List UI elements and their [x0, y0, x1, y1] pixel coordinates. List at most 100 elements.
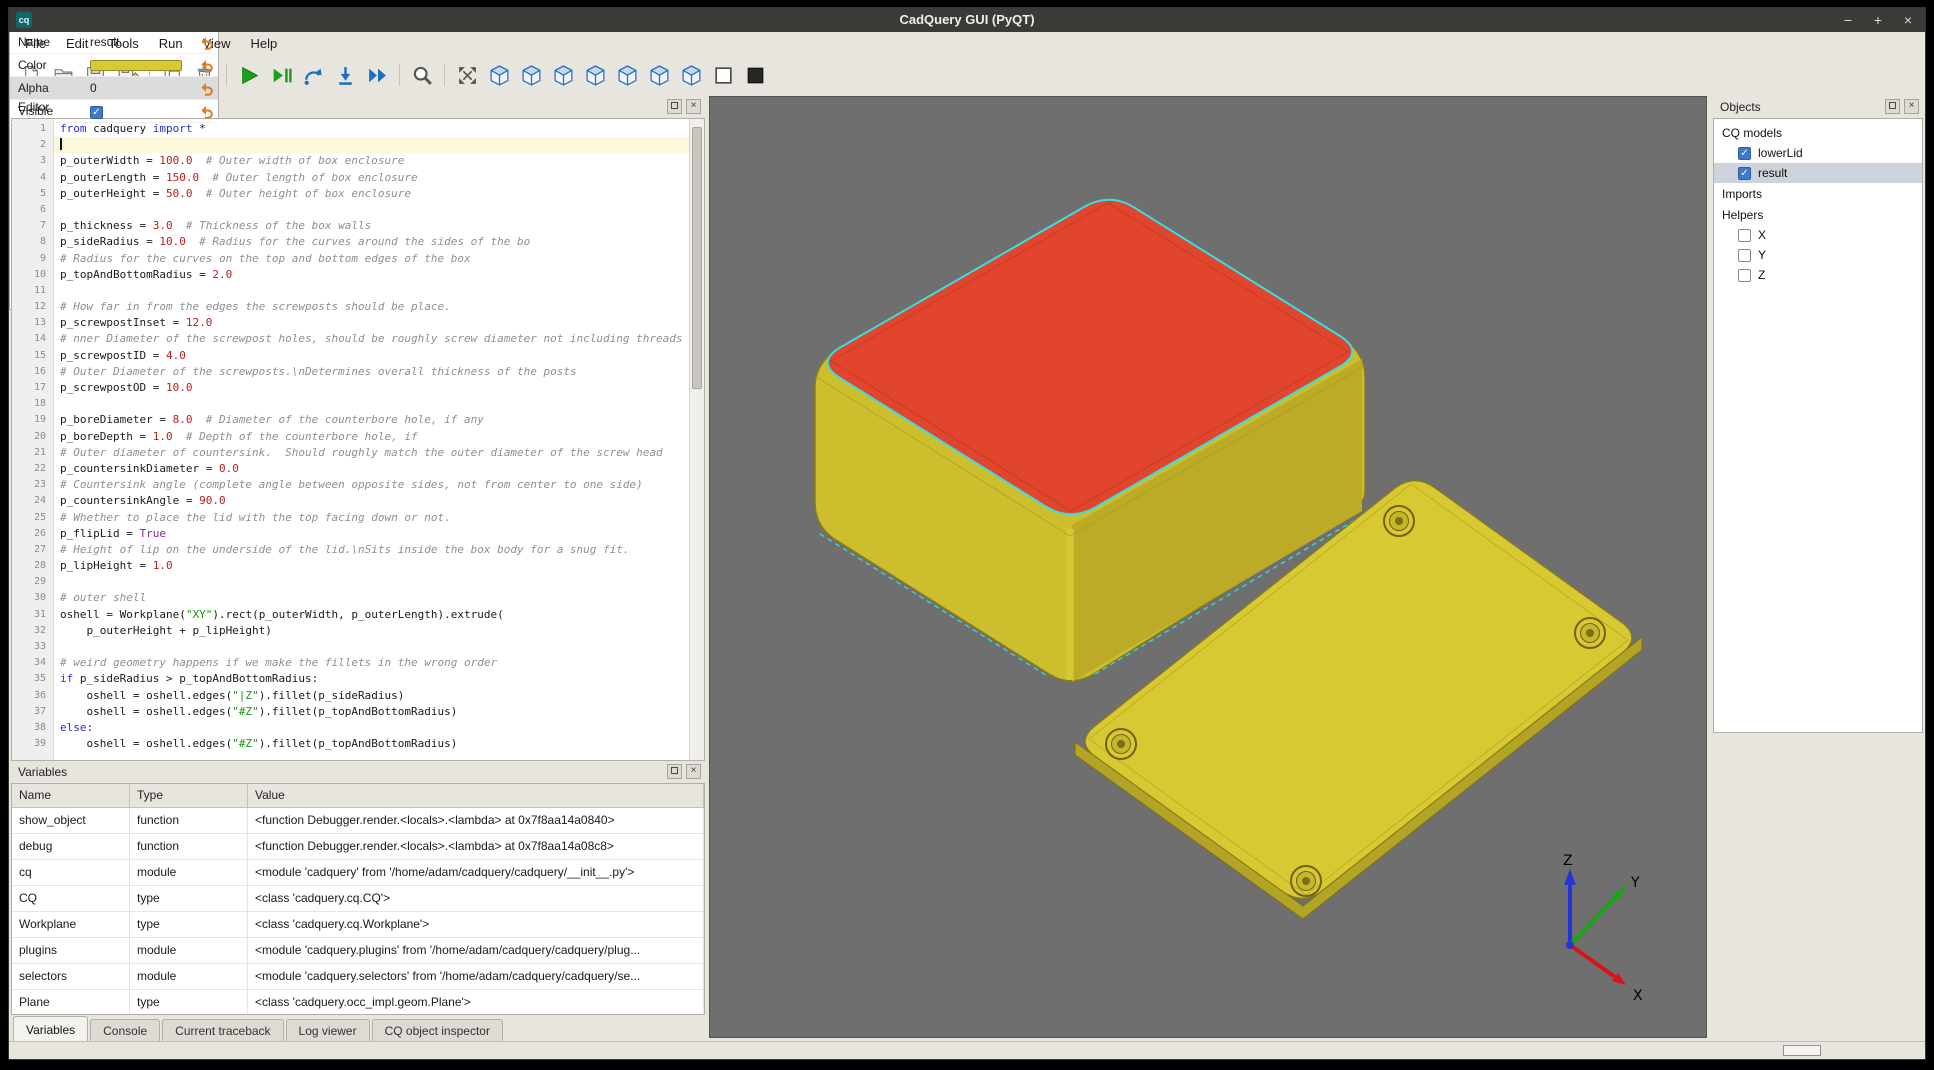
variables-float-button[interactable]: [667, 764, 682, 779]
variable-name: plugins: [12, 938, 130, 963]
line-number: 34: [12, 655, 46, 671]
tree-group-helpers[interactable]: Helpers: [1714, 204, 1922, 225]
step-into-button[interactable]: [331, 61, 360, 90]
tree-item-label: X: [1758, 228, 1766, 242]
menu-help[interactable]: Help: [241, 33, 288, 54]
tree-item-x[interactable]: X: [1714, 225, 1922, 245]
variable-row-plane[interactable]: Planetype<class 'cadquery.occ_impl.geom.…: [12, 990, 704, 1015]
vars-col-value[interactable]: Value: [248, 784, 704, 807]
vars-col-name[interactable]: Name: [12, 784, 130, 807]
checkbox-y[interactable]: [1738, 249, 1751, 262]
variable-name: CQ: [12, 886, 130, 911]
tree-group-imports[interactable]: Imports: [1714, 183, 1922, 204]
title-bar[interactable]: cq CadQuery GUI (PyQT) −+×: [9, 8, 1925, 32]
view-back-button[interactable]: [549, 61, 578, 90]
property-row-color[interactable]: Color: [10, 54, 218, 77]
visible-checkbox[interactable]: ✓: [90, 106, 103, 119]
code-line-14: # nner Diameter of the screwpost holes, …: [54, 331, 689, 347]
line-number: 18: [12, 396, 46, 412]
objects-close-button[interactable]: ×: [1904, 99, 1919, 114]
code-line-2: [54, 137, 689, 153]
variable-type: function: [130, 808, 248, 833]
tab-log-viewer[interactable]: Log viewer: [286, 1019, 370, 1043]
line-number: 7: [12, 218, 46, 234]
view-left-button[interactable]: [581, 61, 610, 90]
tree-item-result[interactable]: ✓ result: [1714, 163, 1922, 183]
objects-float-button[interactable]: [1885, 99, 1900, 114]
variable-row-cq[interactable]: CQtype<class 'cadquery.cq.CQ'>: [12, 886, 704, 912]
toolbar: [9, 55, 1925, 95]
maximize-button[interactable]: +: [1871, 12, 1885, 28]
variables-close-button[interactable]: ×: [686, 764, 701, 779]
debug-button[interactable]: [267, 61, 296, 90]
tab-cq-object-inspector[interactable]: CQ object inspector: [372, 1019, 503, 1043]
editor-scrollbar[interactable]: [689, 119, 704, 760]
tab-current-traceback[interactable]: Current traceback: [162, 1019, 283, 1043]
tree-item-lowerlid[interactable]: ✓lowerLid: [1714, 143, 1922, 163]
minimize-button[interactable]: −: [1841, 12, 1855, 28]
editor-float-button[interactable]: [667, 99, 682, 114]
continue-button[interactable]: [363, 61, 392, 90]
close-button[interactable]: ×: [1901, 12, 1915, 28]
status-bar: [9, 1041, 1925, 1059]
viewport-3d[interactable]: Z Y X: [709, 96, 1707, 1038]
line-number: 2: [12, 137, 46, 153]
reset-icon[interactable]: [199, 57, 215, 73]
viewport-canvas[interactable]: Z Y X: [710, 97, 1706, 1037]
line-number: 17: [12, 380, 46, 396]
variable-row-workplane[interactable]: Workplanetype<class 'cadquery.cq.Workpla…: [12, 912, 704, 938]
tree-item-y[interactable]: Y: [1714, 245, 1922, 265]
property-row-alpha[interactable]: Alpha0: [10, 77, 218, 100]
reset-icon[interactable]: [199, 34, 215, 50]
vars-col-type[interactable]: Type: [130, 784, 248, 807]
line-number: 3: [12, 153, 46, 169]
editor-close-button[interactable]: ×: [686, 99, 701, 114]
code-line-5: p_outerHeight = 50.0 # Outer height of b…: [54, 186, 689, 202]
variable-row-show-object[interactable]: show_objectfunction<function Debugger.re…: [12, 808, 704, 834]
editor-scrollbar-thumb[interactable]: [692, 127, 702, 389]
view-bottom-button[interactable]: [677, 61, 706, 90]
checkbox-result[interactable]: ✓: [1738, 167, 1751, 180]
variable-row-plugins[interactable]: pluginsmodule<module 'cadquery.plugins' …: [12, 938, 704, 964]
axis-label-y: Y: [1630, 875, 1640, 891]
property-value: result: [90, 35, 196, 49]
tree-item-label: result: [1758, 166, 1787, 180]
property-row-name[interactable]: Nameresult: [10, 31, 218, 54]
line-number: 35: [12, 671, 46, 687]
tree-group-cq-models[interactable]: CQ models: [1714, 122, 1922, 143]
view-iso-button[interactable]: [485, 61, 514, 90]
wireframe-button[interactable]: [709, 61, 738, 90]
step-button[interactable]: [299, 61, 328, 90]
window-title: CadQuery GUI (PyQT): [9, 8, 1925, 32]
code-line-27: # Height of lip on the underside of the …: [54, 542, 689, 558]
variable-row-selectors[interactable]: selectorsmodule<module 'cadquery.selecto…: [12, 964, 704, 990]
code-line-17: p_screwpostOD = 10.0: [54, 380, 689, 396]
line-number: 15: [12, 348, 46, 364]
variable-type: module: [130, 860, 248, 885]
tab-variables[interactable]: Variables: [13, 1016, 88, 1043]
tree-item-z[interactable]: Z: [1714, 265, 1922, 285]
line-number: 13: [12, 315, 46, 331]
zoom-button[interactable]: [408, 61, 437, 90]
tab-console[interactable]: Console: [90, 1019, 160, 1043]
variable-row-cq[interactable]: cqmodule<module 'cadquery' from '/home/a…: [12, 860, 704, 886]
fit-view-button[interactable]: [453, 61, 482, 90]
square-filled-icon: [744, 64, 767, 87]
color-swatch[interactable]: [90, 60, 182, 71]
checkbox-z[interactable]: [1738, 269, 1751, 282]
view-right-button[interactable]: [613, 61, 642, 90]
shaded-button[interactable]: [741, 61, 770, 90]
reset-icon[interactable]: [199, 103, 215, 119]
render-button[interactable]: [235, 61, 264, 90]
view-front-button[interactable]: [517, 61, 546, 90]
code-line-22: p_countersinkDiameter = 0.0: [54, 461, 689, 477]
editor-code-area[interactable]: from cadquery import *p_outerWidth = 100…: [54, 119, 689, 760]
variable-type: module: [130, 964, 248, 989]
reset-icon[interactable]: [199, 80, 215, 96]
code-line-35: if p_sideRadius > p_topAndBottomRadius:: [54, 671, 689, 687]
checkbox-x[interactable]: [1738, 229, 1751, 242]
view-top-button[interactable]: [645, 61, 674, 90]
property-row-visible[interactable]: Visible✓: [10, 100, 218, 123]
checkbox-lowerlid[interactable]: ✓: [1738, 147, 1751, 160]
variable-row-debug[interactable]: debugfunction<function Debugger.render.<…: [12, 834, 704, 860]
